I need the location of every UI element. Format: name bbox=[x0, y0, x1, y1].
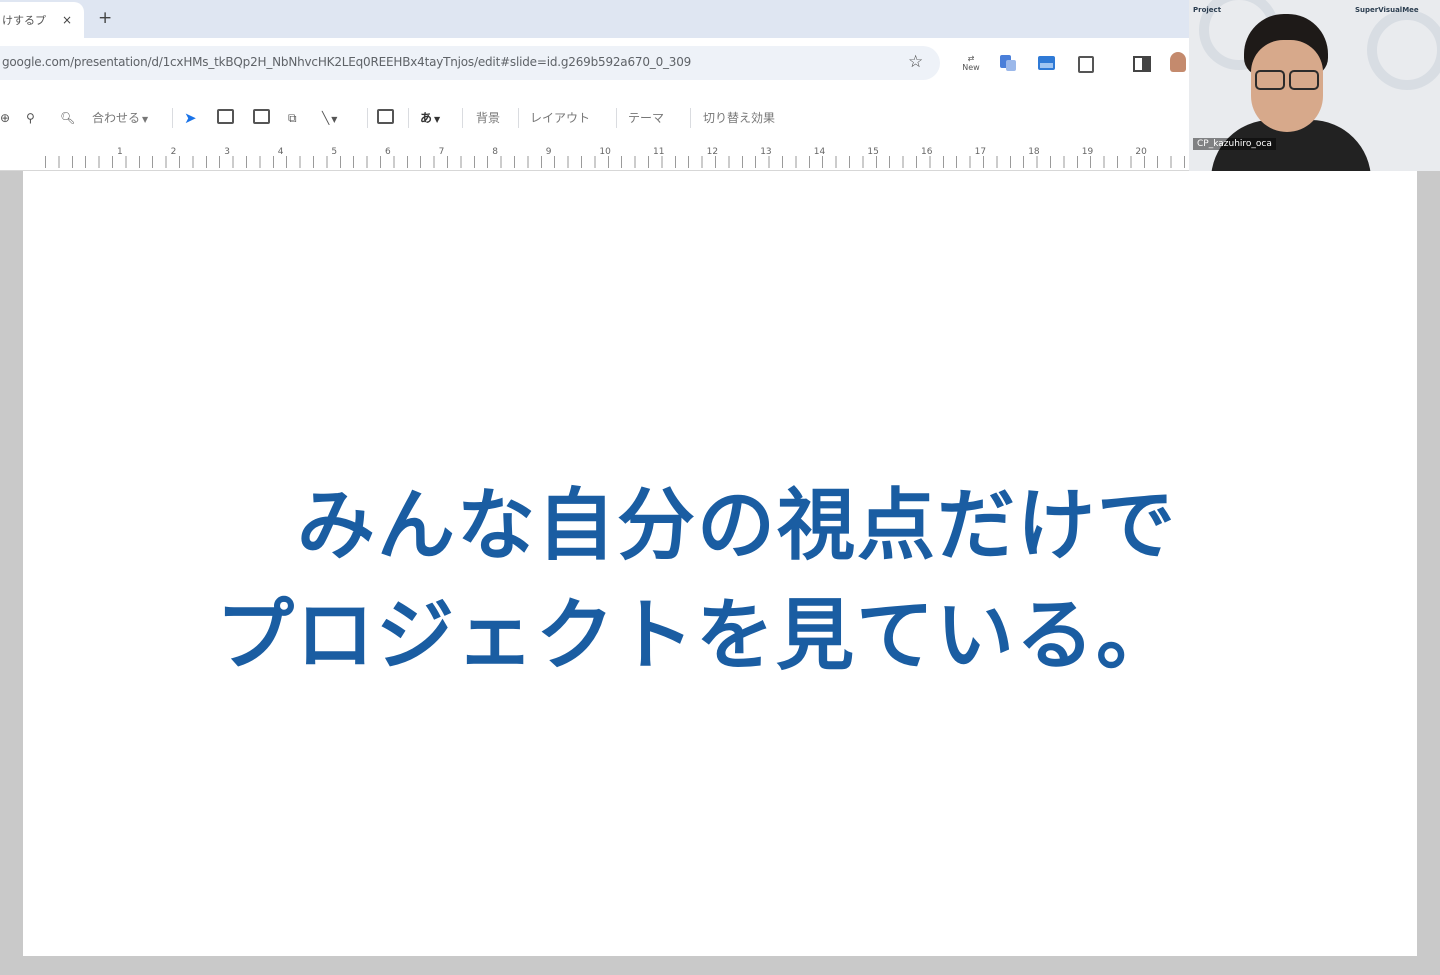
background-decor bbox=[1367, 10, 1440, 90]
glasses-lens bbox=[1255, 70, 1285, 90]
webcam-overlay: Project SuperVisualMee CP_kazuhiro_oca bbox=[1189, 0, 1440, 171]
tab-title: けするプロ bbox=[2, 14, 46, 27]
browser-tab[interactable]: けするプロ × bbox=[0, 2, 84, 38]
text-box-icon[interactable] bbox=[217, 109, 234, 127]
ruler-number: 12 bbox=[706, 147, 719, 157]
ruler-number: 17 bbox=[974, 147, 987, 157]
zoom-icon[interactable]: 🔍︎ bbox=[60, 109, 75, 127]
participant-name: CP_kazuhiro_oca bbox=[1193, 138, 1276, 150]
ruler-number: 19 bbox=[1081, 147, 1094, 157]
ruler-number: 11 bbox=[653, 147, 665, 157]
comment-glyph bbox=[377, 109, 394, 124]
ruler-number: 18 bbox=[1028, 147, 1040, 157]
webcam-app-label: Project bbox=[1193, 6, 1222, 14]
transition-button[interactable]: 切り替え効果 bbox=[703, 109, 775, 127]
ruler-number: 9 bbox=[545, 147, 552, 157]
new-icon-label: New bbox=[962, 63, 980, 72]
ruler-number: 8 bbox=[492, 147, 498, 157]
translate-extension-icon[interactable] bbox=[1000, 54, 1018, 72]
zoom-select[interactable]: 合わせる ▼ bbox=[92, 109, 148, 127]
divider bbox=[518, 108, 519, 128]
line-icon[interactable]: ╲ ▼ bbox=[322, 109, 337, 127]
divider bbox=[408, 108, 409, 128]
presenter-glasses bbox=[1253, 70, 1321, 90]
layout-button[interactable]: レイアウト bbox=[530, 109, 590, 127]
side-panel-icon[interactable] bbox=[1133, 54, 1151, 72]
text-box-glyph bbox=[217, 109, 234, 124]
bookmark-star-icon[interactable]: ☆ bbox=[908, 52, 923, 72]
image-icon[interactable] bbox=[253, 109, 270, 127]
text-style-glyph: あ bbox=[420, 111, 433, 125]
url-text[interactable]: google.com/presentation/d/1cxHMs_tkBQp2H… bbox=[2, 55, 691, 69]
spellcheck-icon[interactable]: ⊕ bbox=[0, 109, 10, 127]
comment-icon[interactable] bbox=[377, 109, 394, 127]
glasses-lens bbox=[1289, 70, 1319, 90]
slide-canvas[interactable]: みんな自分の視点だけで プロジェクトを見ている。 bbox=[23, 171, 1417, 956]
ruler-number: 14 bbox=[813, 147, 826, 157]
shape-icon[interactable]: ⧉ bbox=[288, 109, 297, 127]
chevron-down-icon: ▼ bbox=[434, 115, 441, 124]
chevron-down-icon: ▼ bbox=[142, 115, 149, 124]
ruler-number: 1 bbox=[117, 147, 123, 157]
profile-avatar-icon[interactable] bbox=[1170, 52, 1186, 72]
tab-close-icon[interactable]: × bbox=[62, 13, 72, 27]
paint-format-icon[interactable]: ⚲ bbox=[26, 109, 35, 127]
new-icon-glyph: ⇄ bbox=[967, 54, 975, 63]
address-bar[interactable]: google.com/presentation/d/1cxHMs_tkBQp2H… bbox=[0, 46, 940, 80]
ruler-number: 15 bbox=[867, 147, 879, 157]
ruler-number: 7 bbox=[438, 147, 445, 157]
slide-headline-line-1[interactable]: みんな自分の視点だけで bbox=[23, 463, 1417, 575]
background-button[interactable]: 背景 bbox=[476, 109, 500, 127]
image-glyph bbox=[253, 109, 270, 124]
theme-button[interactable]: テーマ bbox=[628, 109, 664, 127]
slide-headline-line-2[interactable]: プロジェクトを見ている。 bbox=[23, 573, 1417, 685]
ruler-number: 4 bbox=[277, 147, 284, 157]
extensions-puzzle-icon[interactable] bbox=[1077, 54, 1095, 73]
ruler-number: 2 bbox=[170, 147, 177, 157]
new-tab-button[interactable]: + bbox=[98, 9, 112, 27]
divider bbox=[367, 108, 368, 128]
text-style-button[interactable]: あ ▼ bbox=[420, 109, 440, 127]
divider bbox=[690, 108, 691, 128]
ruler-number: 5 bbox=[331, 147, 338, 157]
webcam-app-label-right: SuperVisualMee bbox=[1355, 6, 1419, 14]
select-cursor-icon[interactable]: ➤ bbox=[184, 109, 197, 127]
card-extension-icon[interactable] bbox=[1038, 54, 1056, 72]
ruler-number: 10 bbox=[599, 147, 611, 157]
chevron-down-icon: ▼ bbox=[331, 115, 338, 124]
ruler-number: 20 bbox=[1135, 147, 1147, 157]
ruler-number: 3 bbox=[224, 147, 230, 157]
divider bbox=[616, 108, 617, 128]
new-extension-icon[interactable]: ⇄ New bbox=[958, 54, 984, 72]
ruler-number: 6 bbox=[385, 147, 391, 157]
ruler-number: 16 bbox=[921, 147, 933, 157]
divider bbox=[172, 108, 173, 128]
zoom-label: 合わせる bbox=[92, 111, 141, 125]
ruler-number: 13 bbox=[760, 147, 772, 157]
divider bbox=[462, 108, 463, 128]
